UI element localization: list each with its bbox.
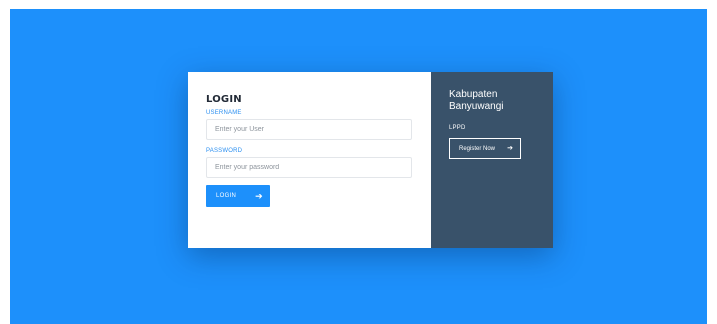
login-card: LOGIN USERNAME PASSWORD LOGIN ➔ Kabupate… <box>188 72 553 248</box>
arrow-right-icon: ➔ <box>507 145 513 152</box>
side-title: Kabupaten Banyuwangi <box>449 89 504 112</box>
login-title: LOGIN <box>206 94 242 105</box>
login-panel: LOGIN USERNAME PASSWORD LOGIN ➔ <box>188 72 431 248</box>
arrow-right-icon: ➔ <box>255 190 263 201</box>
username-label: USERNAME <box>206 110 242 116</box>
register-button-label: Register Now <box>459 145 496 152</box>
login-button[interactable]: LOGIN ➔ <box>206 185 270 207</box>
register-button[interactable]: Register Now ➔ <box>449 138 521 159</box>
username-input[interactable] <box>206 119 412 140</box>
side-panel: Kabupaten Banyuwangi LPPD Register Now ➔ <box>431 72 553 248</box>
password-label: PASSWORD <box>206 148 243 154</box>
login-button-label: LOGIN <box>216 193 237 199</box>
page-background: LOGIN USERNAME PASSWORD LOGIN ➔ Kabupate… <box>10 9 707 324</box>
side-subtitle: LPPD <box>449 125 466 131</box>
password-input[interactable] <box>206 157 412 178</box>
